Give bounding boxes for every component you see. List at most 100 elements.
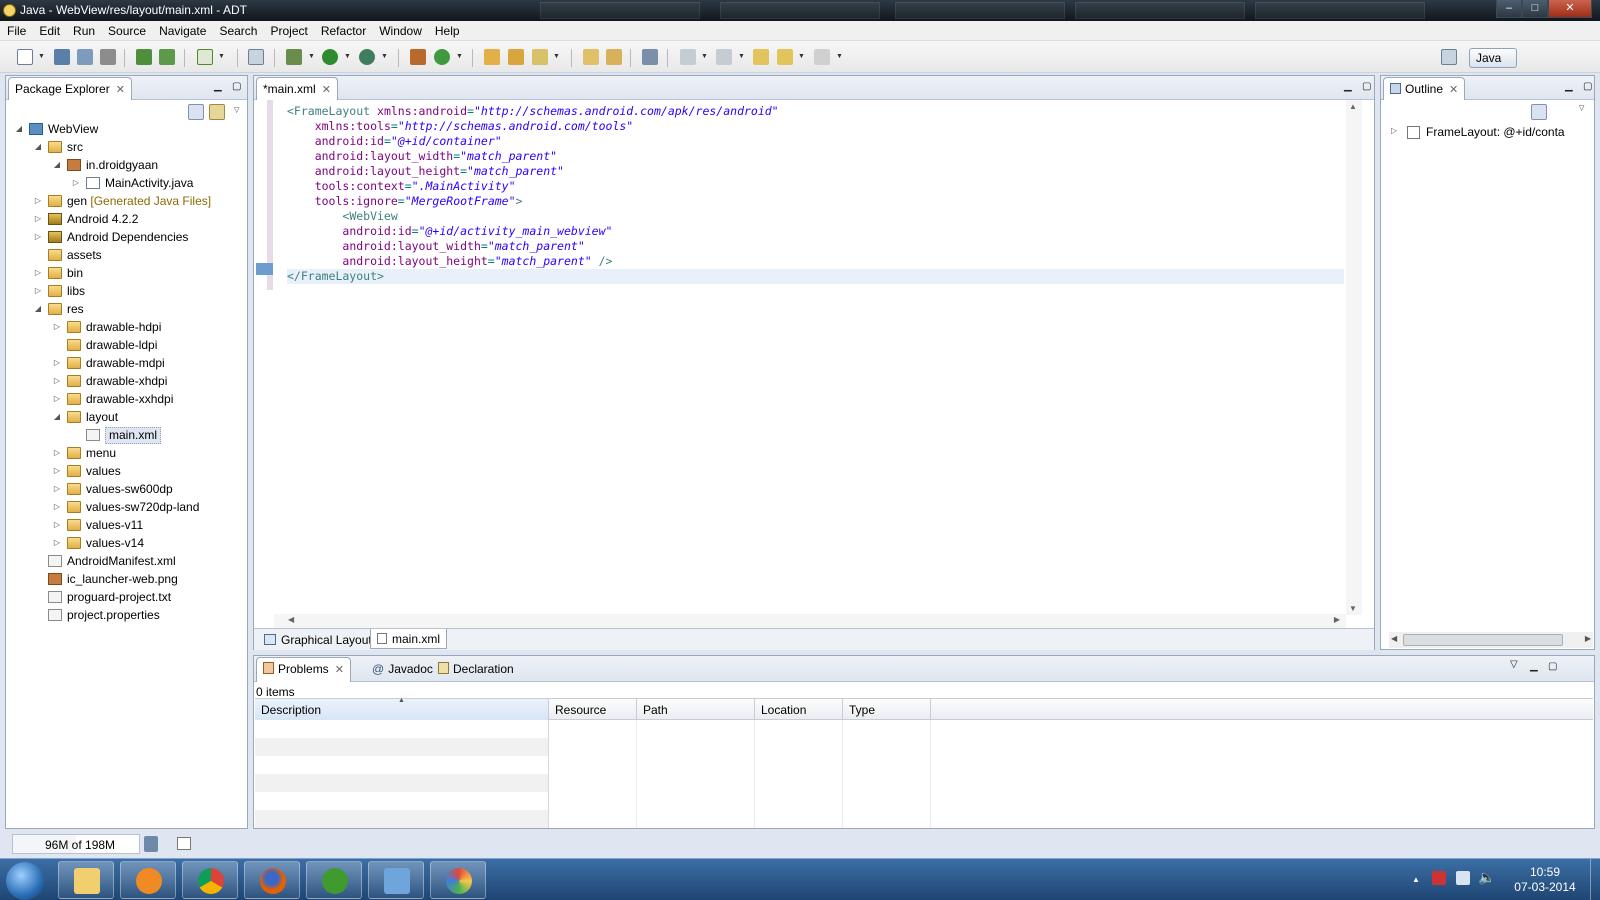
maximize-view-icon[interactable]: ▢ xyxy=(232,81,241,92)
close-icon[interactable]: ✕ xyxy=(322,84,331,96)
android-sdk-manager-icon[interactable] xyxy=(136,49,152,65)
code-line[interactable]: android:layout_height="match_parent" xyxy=(287,164,1344,179)
next-annotation-dropdown-arrow[interactable]: ▼ xyxy=(701,53,708,60)
open-console-icon[interactable] xyxy=(248,49,264,65)
scroll-right-arrow-icon[interactable]: ▶ xyxy=(1334,615,1340,624)
close-icon[interactable]: ✕ xyxy=(335,664,344,676)
start-button[interactable] xyxy=(6,862,44,900)
tree-item[interactable]: ▷ gen [Generated Java Files] xyxy=(6,192,249,210)
back-dropdown-arrow[interactable]: ▼ xyxy=(798,53,805,60)
expand-arrow-icon[interactable]: ◢ xyxy=(14,120,24,138)
expand-arrow-icon[interactable]: ◢ xyxy=(33,300,43,318)
scroll-thumb[interactable] xyxy=(1403,634,1563,646)
tree-item[interactable]: ◢ res xyxy=(6,300,249,318)
expand-arrow-icon[interactable]: ▷ xyxy=(33,210,43,228)
outline-item[interactable]: ▷ FrameLayout: @+id/conta xyxy=(1381,123,1594,141)
tree-item[interactable]: proguard-project.txt xyxy=(6,588,249,606)
maximize-view-icon[interactable]: ▢ xyxy=(1548,661,1557,672)
menu-refactor[interactable]: Refactor xyxy=(314,21,372,38)
expand-arrow-icon[interactable]: ◢ xyxy=(52,156,62,174)
code-line[interactable]: android:layout_width="match_parent" xyxy=(287,149,1344,164)
volume-icon[interactable]: 🔈 xyxy=(1478,869,1495,886)
action-center-icon[interactable] xyxy=(1432,871,1446,885)
scroll-left-arrow-icon[interactable]: ◀ xyxy=(288,615,294,624)
expand-arrow-icon[interactable]: ▷ xyxy=(52,318,62,336)
scroll-right-arrow-icon[interactable]: ▶ xyxy=(1585,634,1591,643)
tree-item[interactable]: ▷ bin xyxy=(6,264,249,282)
new-icon[interactable] xyxy=(17,49,33,65)
menu-run[interactable]: Run xyxy=(66,21,101,38)
taskbar-paint[interactable] xyxy=(430,861,486,899)
tree-item[interactable]: ic_launcher-web.png xyxy=(6,570,249,588)
tree-item[interactable]: ◢ WebView xyxy=(6,120,249,138)
debug-icon[interactable] xyxy=(286,49,302,65)
expand-arrow-icon[interactable]: ▷ xyxy=(52,390,62,408)
tree-item[interactable]: ▷ values xyxy=(6,462,249,480)
expand-arrow-icon[interactable]: ▷ xyxy=(52,372,62,390)
tab-package-explorer[interactable]: Package Explorer ✕ xyxy=(8,77,132,100)
expand-arrow-icon[interactable]: ▷ xyxy=(33,282,43,300)
code-line[interactable]: tools:context=".MainActivity" xyxy=(287,179,1344,194)
maximize-view-icon[interactable]: ▢ xyxy=(1362,81,1371,92)
debug-dropdown-arrow[interactable]: ▼ xyxy=(308,53,315,60)
horizontal-scrollbar[interactable]: ◀ ▶ xyxy=(274,614,1346,628)
taskbar-explorer[interactable] xyxy=(58,861,114,899)
outline-horizontal-scrollbar[interactable]: ◀ ▶ xyxy=(1389,632,1593,648)
tree-item[interactable]: ▷ Android Dependencies xyxy=(6,228,249,246)
collapse-all-icon[interactable] xyxy=(1531,104,1547,120)
close-button[interactable]: ✕ xyxy=(1548,0,1592,18)
heap-status[interactable]: 96M of 198M xyxy=(12,834,140,854)
tree-item[interactable]: ▷ MainActivity.java xyxy=(6,174,249,192)
expand-arrow-icon[interactable]: ▷ xyxy=(33,264,43,282)
garbage-collect-icon[interactable] xyxy=(144,836,158,852)
vertical-scrollbar[interactable]: ▲ ▼ xyxy=(1346,100,1362,615)
view-menu-icon[interactable]: ▽ xyxy=(234,106,239,114)
last-edit-location-icon[interactable] xyxy=(753,49,769,65)
expand-arrow-icon[interactable]: ▷ xyxy=(1391,126,1397,135)
external-tools-icon[interactable] xyxy=(359,49,375,65)
taskbar-brackets[interactable] xyxy=(306,861,362,899)
fast-view-icon[interactable] xyxy=(177,837,191,850)
expand-arrow-icon[interactable]: ▷ xyxy=(52,480,62,498)
lint-check-icon[interactable] xyxy=(197,49,213,65)
tree-item[interactable]: ◢ src xyxy=(6,138,249,156)
tree-item[interactable]: project.properties xyxy=(6,606,249,624)
tree-item[interactable]: main.xml xyxy=(6,426,249,444)
show-hidden-icons-icon[interactable]: ▲ xyxy=(1412,875,1420,884)
view-menu-icon[interactable]: ▽ xyxy=(1579,104,1584,112)
maximize-view-icon[interactable]: ▢ xyxy=(1583,81,1592,92)
search-icon[interactable] xyxy=(532,49,548,65)
tree-item[interactable]: ▷ menu xyxy=(6,444,249,462)
search-dropdown-arrow[interactable]: ▼ xyxy=(553,53,560,60)
tree-item[interactable]: ▷ drawable-xhdpi xyxy=(6,372,249,390)
close-icon[interactable]: ✕ xyxy=(116,84,125,96)
save-icon[interactable] xyxy=(54,49,70,65)
minimize-view-icon[interactable]: ▁ xyxy=(1565,81,1573,92)
new-java-package-icon[interactable] xyxy=(410,49,426,65)
menu-project[interactable]: Project xyxy=(263,21,313,38)
column-location[interactable]: Location xyxy=(755,699,843,721)
previous-annotation-icon[interactable] xyxy=(716,49,732,65)
code-line[interactable]: android:layout_width="match_parent" xyxy=(287,239,1344,254)
new-class-dropdown-arrow[interactable]: ▼ xyxy=(456,53,463,60)
link-with-editor-icon[interactable] xyxy=(209,104,225,120)
maximize-button[interactable]: □ xyxy=(1522,0,1548,18)
menu-file[interactable]: File xyxy=(0,21,32,38)
minimize-view-icon[interactable]: ▁ xyxy=(214,81,222,92)
open-type-icon[interactable] xyxy=(484,49,500,65)
tree-item[interactable]: ▷ values-v11 xyxy=(6,516,249,534)
expand-arrow-icon[interactable]: ▷ xyxy=(52,498,62,516)
taskbar-firefox[interactable] xyxy=(244,861,300,899)
expand-arrow-icon[interactable]: ▷ xyxy=(52,354,62,372)
close-icon[interactable]: ✕ xyxy=(1449,84,1458,96)
java-perspective-button[interactable]: Java xyxy=(1469,48,1517,68)
tab-xml-source[interactable]: main.xml xyxy=(370,629,448,649)
print-icon[interactable] xyxy=(100,49,116,65)
code-editor[interactable]: <FrameLayout xmlns:android="http://schem… xyxy=(287,104,1344,284)
tree-item[interactable]: drawable-ldpi xyxy=(6,336,249,354)
collapse-all-icon[interactable] xyxy=(188,104,204,120)
tab-outline[interactable]: Outline ✕ xyxy=(1383,77,1466,100)
minimize-view-icon[interactable]: ▁ xyxy=(1530,661,1538,672)
expand-arrow-icon[interactable]: ▷ xyxy=(52,462,62,480)
tree-item[interactable]: ◢ in.droidgyaan xyxy=(6,156,249,174)
